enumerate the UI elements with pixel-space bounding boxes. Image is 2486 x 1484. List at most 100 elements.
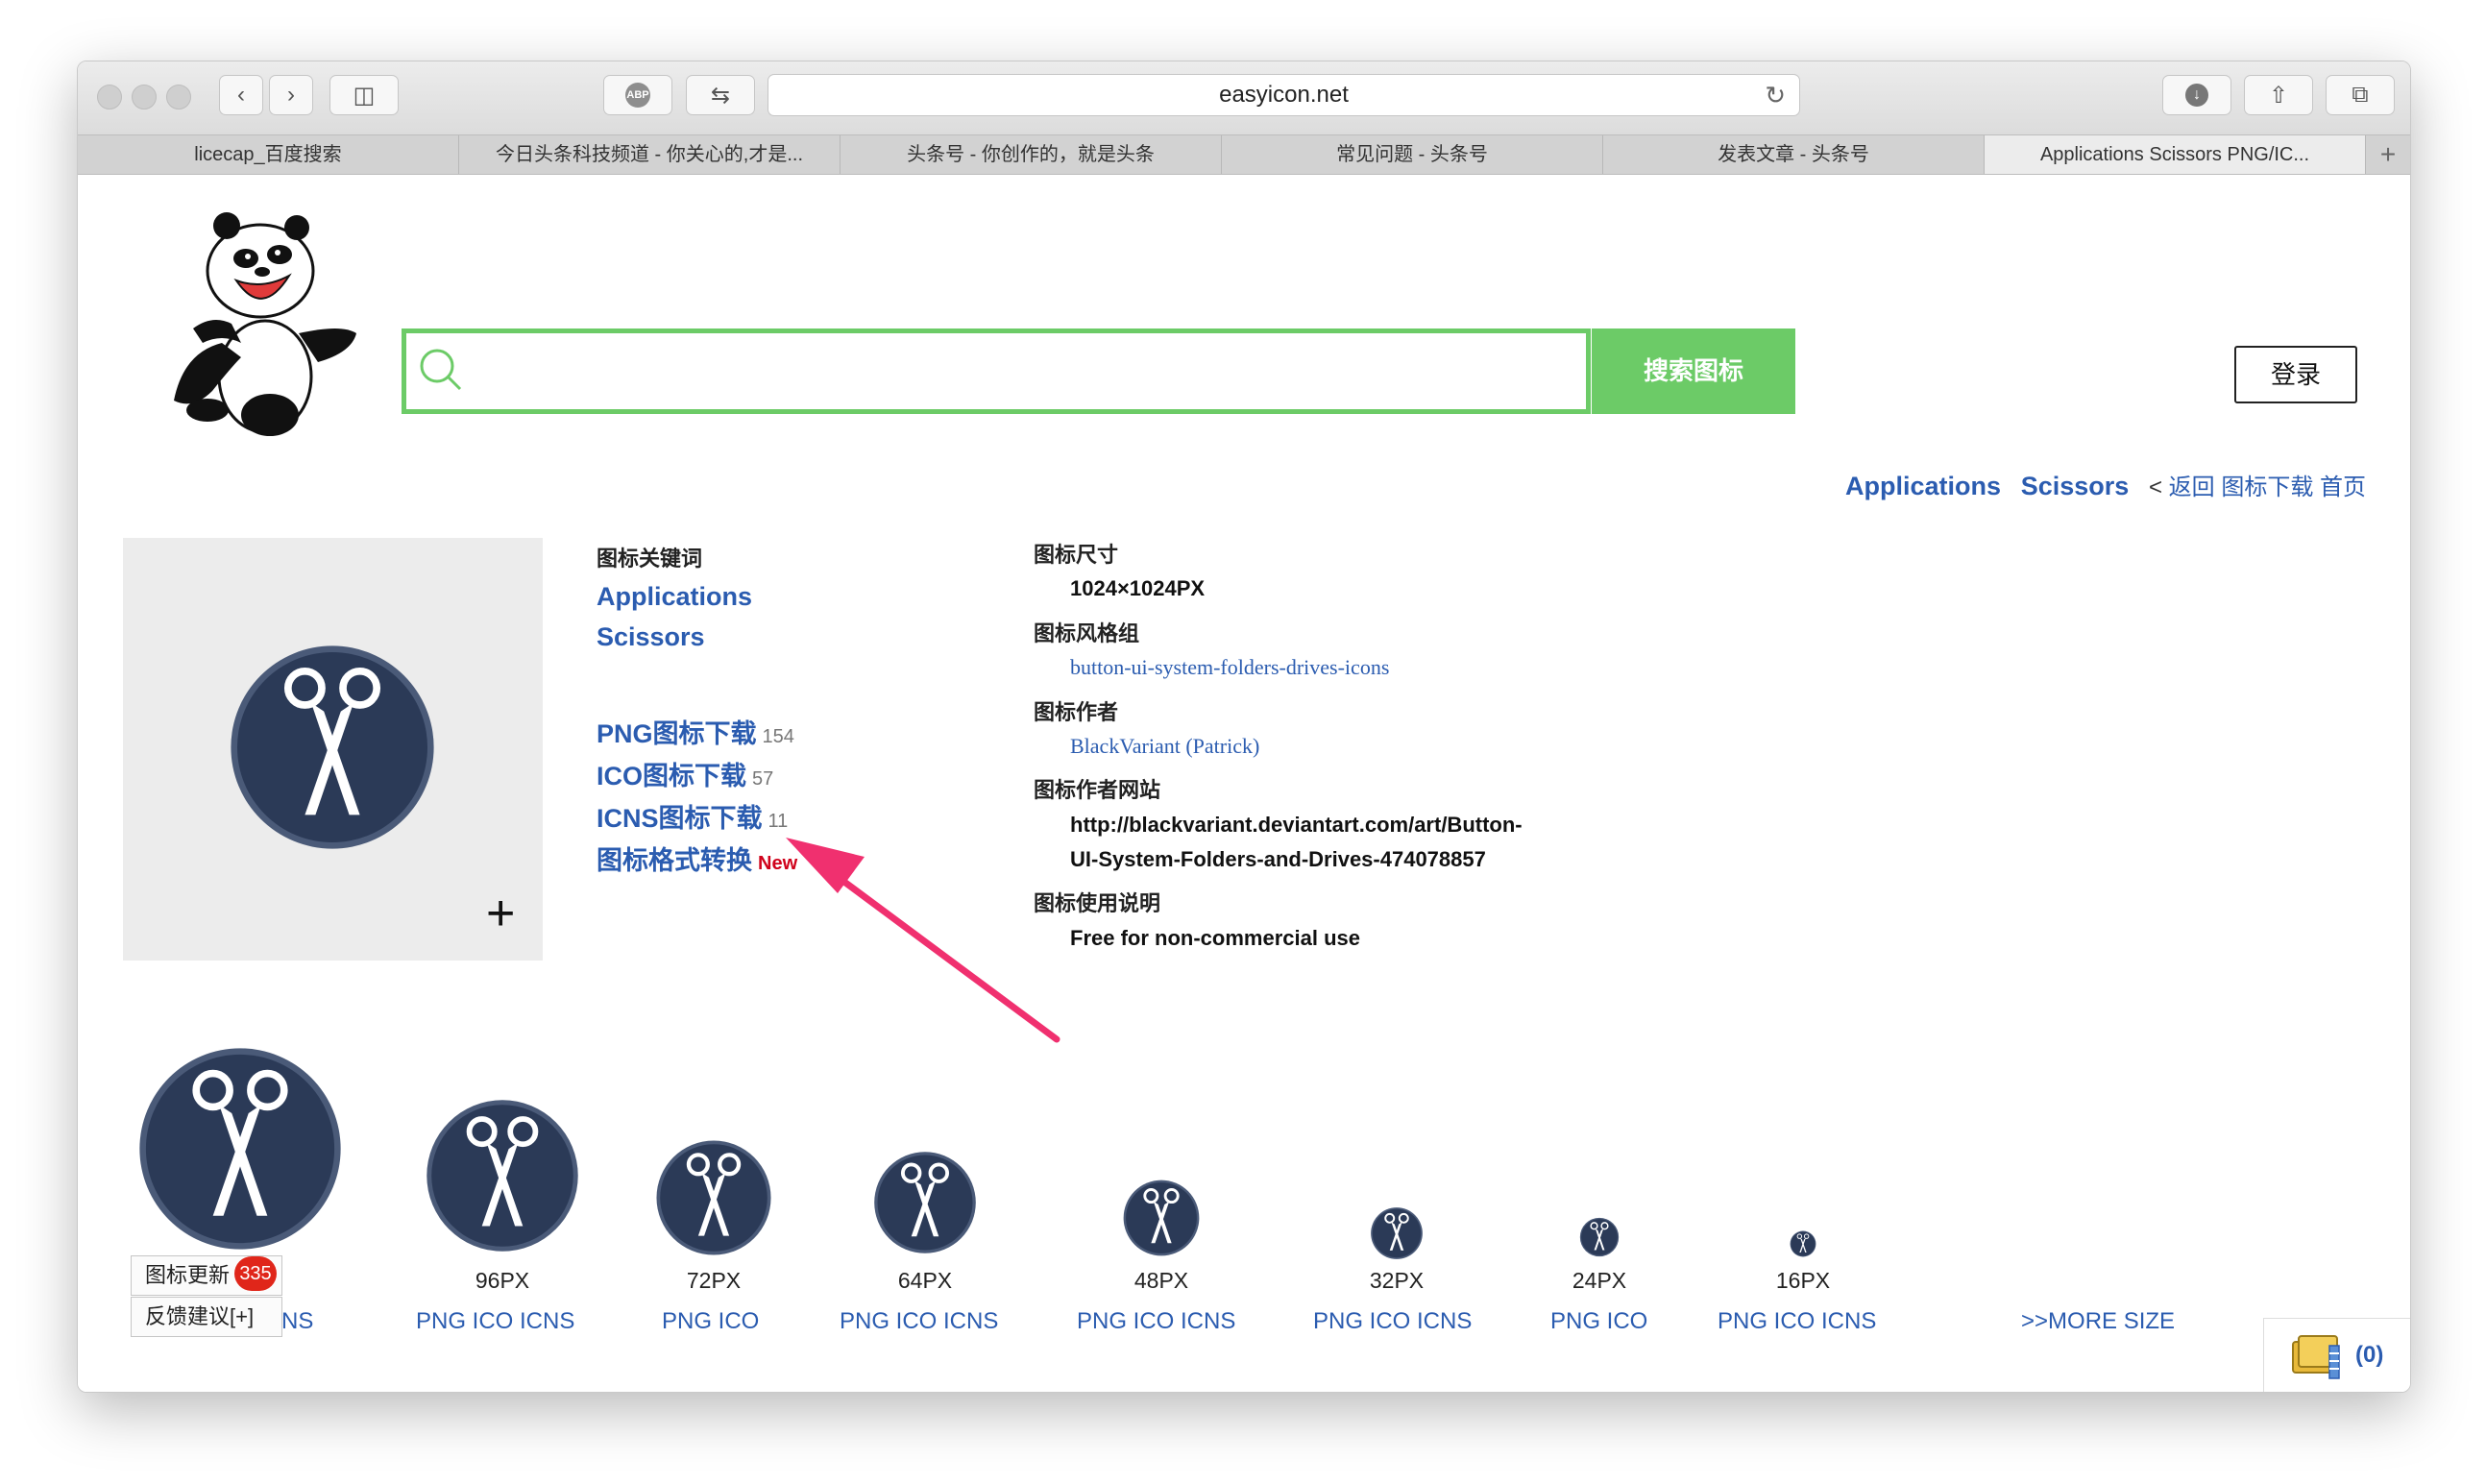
tab-toutiaohao[interactable]: 头条号 - 你创作的，就是头条 xyxy=(841,135,1222,174)
downloads-button[interactable]: ↓ xyxy=(2162,75,2231,115)
login-button[interactable]: 登录 xyxy=(2234,346,2357,403)
size-24-formats[interactable]: PNG ICO xyxy=(1550,1308,1647,1335)
tab-bar: licecap_百度搜索 今日头条科技频道 - 你关心的,才是... 头条号 -… xyxy=(78,134,2410,175)
size-96-icon[interactable] xyxy=(424,1097,581,1254)
breadcrumb-back[interactable]: 返回 xyxy=(2169,474,2215,500)
icon-preview: + xyxy=(123,538,543,961)
panda-logo[interactable] xyxy=(155,199,361,439)
size-72-icon[interactable] xyxy=(654,1138,773,1257)
new-tab-button[interactable]: + xyxy=(2366,135,2410,174)
forward-button[interactable]: › xyxy=(269,75,313,115)
group-link[interactable]: button-ui-system-folders-drives-icons xyxy=(1070,655,1389,680)
site-label: 图标作者网站 xyxy=(1034,778,1161,802)
size-48-label: 48PX xyxy=(1133,1268,1189,1293)
size-32-icon[interactable] xyxy=(1370,1206,1424,1260)
sidebar-button[interactable]: ◫ xyxy=(329,75,399,115)
browser-toolbar: ‹ › ◫ ABP ⇆ easyicon.net ↻ ↓ ⇧ ⧉ xyxy=(78,61,2410,134)
keywords-label: 图标关键词 xyxy=(597,547,703,571)
tab-applications-scissors[interactable]: Applications Scissors PNG/IC... xyxy=(1985,135,2366,174)
site-url-line1: http://blackvariant.deviantart.com/art/B… xyxy=(1070,813,1523,837)
format-convert-label[interactable]: 图标格式转换 xyxy=(597,846,752,875)
icns-download-link[interactable]: ICNS图标下载 11 xyxy=(597,797,788,835)
size-64-label: 64PX xyxy=(897,1268,953,1293)
format-convert-link[interactable]: 图标格式转换 New xyxy=(597,839,797,877)
update-count-badge: 335 xyxy=(234,1256,277,1291)
size-value: 1024×1024PX xyxy=(1070,576,1206,600)
size-label: 图标尺寸 xyxy=(1034,543,1119,567)
close-window-button[interactable] xyxy=(97,85,122,109)
switch-button[interactable]: ⇆ xyxy=(686,75,755,115)
icns-count: 11 xyxy=(768,811,789,832)
size-64-icon[interactable] xyxy=(872,1150,978,1255)
tab-toutiao-tech[interactable]: 今日头条科技频道 - 你关心的,才是... xyxy=(459,135,841,174)
usage-label: 图标使用说明 xyxy=(1034,891,1161,915)
breadcrumb-separator: < xyxy=(2148,474,2162,500)
search-icon xyxy=(420,349,462,391)
download-icon: ↓ xyxy=(2185,84,2208,107)
chevron-right-icon: › xyxy=(287,82,295,108)
keyword-applications[interactable]: Applications xyxy=(597,582,752,612)
size-16-label: 16PX xyxy=(1775,1268,1831,1293)
site-url-line2: UI-System-Folders-and-Drives-474078857 xyxy=(1070,847,1486,871)
tab-publish[interactable]: 发表文章 - 头条号 xyxy=(1603,135,1985,174)
feedback-button[interactable]: 反馈建议[+] xyxy=(131,1297,282,1337)
png-download-label[interactable]: PNG图标下载 xyxy=(597,719,757,748)
group-label: 图标风格组 xyxy=(1034,621,1140,645)
minimize-window-button[interactable] xyxy=(132,85,157,109)
search-button[interactable]: 搜索图标 xyxy=(1592,328,1795,414)
back-button[interactable]: ‹ xyxy=(219,75,263,115)
download-cart[interactable]: (0) xyxy=(2263,1318,2410,1392)
chevron-left-icon: ‹ xyxy=(237,82,245,108)
size-96-label: 96PX xyxy=(475,1268,530,1293)
page-content: 搜索图标 登录 Applications Scissors < 返回 图标下载 … xyxy=(78,175,2410,1392)
size-128-icon[interactable] xyxy=(135,1044,345,1253)
breadcrumb: Applications Scissors < 返回 图标下载 首页 xyxy=(1832,468,2366,501)
size-48-icon[interactable] xyxy=(1122,1179,1201,1257)
size-96-formats[interactable]: PNG ICO ICNS xyxy=(416,1308,574,1335)
icns-download-label[interactable]: ICNS图标下载 xyxy=(597,804,763,833)
sidebar-icon: ◫ xyxy=(353,82,376,109)
archive-icon xyxy=(2292,1335,2340,1379)
tabs-icon: ⧉ xyxy=(2352,82,2369,108)
new-badge: New xyxy=(758,853,798,874)
zoom-window-button[interactable] xyxy=(166,85,191,109)
ico-download-link[interactable]: ICO图标下载 57 xyxy=(597,755,773,792)
size-24-icon[interactable] xyxy=(1579,1217,1620,1257)
share-button[interactable]: ⇧ xyxy=(2244,75,2313,115)
size-24-label: 24PX xyxy=(1572,1268,1627,1293)
usage-value: Free for non-commercial use xyxy=(1070,926,1360,950)
author-link[interactable]: BlackVariant (Patrick) xyxy=(1070,734,1259,759)
tab-faq[interactable]: 常见问题 - 头条号 xyxy=(1222,135,1603,174)
arrows-swap-icon: ⇆ xyxy=(710,82,731,109)
more-size-link[interactable]: >>MORE SIZE xyxy=(2021,1308,2175,1335)
address-bar[interactable]: easyicon.net ↻ xyxy=(768,74,1800,116)
scissors-icon xyxy=(227,642,438,853)
png-download-link[interactable]: PNG图标下载 154 xyxy=(597,713,794,750)
url-text: easyicon.net xyxy=(1219,82,1349,108)
adblock-button[interactable]: ABP xyxy=(603,75,672,115)
ico-count: 57 xyxy=(752,768,774,790)
png-count: 154 xyxy=(762,726,794,747)
size-48-formats[interactable]: PNG ICO ICNS xyxy=(1077,1308,1235,1335)
browser-window: ‹ › ◫ ABP ⇆ easyicon.net ↻ ↓ ⇧ ⧉ licecap… xyxy=(77,61,2411,1393)
breadcrumb-home[interactable]: 首页 xyxy=(2320,474,2366,500)
share-icon: ⇧ xyxy=(2268,82,2289,109)
breadcrumb-tag-scissors[interactable]: Scissors xyxy=(2021,472,2130,500)
tab-licecap[interactable]: licecap_百度搜索 xyxy=(78,135,459,174)
size-64-formats[interactable]: PNG ICO ICNS xyxy=(840,1308,998,1335)
breadcrumb-icons[interactable]: 图标下载 xyxy=(2221,474,2313,500)
size-72-label: 72PX xyxy=(686,1268,742,1293)
abp-icon: ABP xyxy=(625,83,650,108)
size-72-formats[interactable]: PNG ICO xyxy=(662,1308,759,1335)
size-32-formats[interactable]: PNG ICO ICNS xyxy=(1313,1308,1472,1335)
tabs-overview-button[interactable]: ⧉ xyxy=(2326,75,2395,115)
add-to-collection-button[interactable]: + xyxy=(486,888,515,938)
search-box[interactable] xyxy=(402,328,1591,414)
reload-icon[interactable]: ↻ xyxy=(1765,75,1786,115)
keyword-scissors[interactable]: Scissors xyxy=(597,622,705,652)
breadcrumb-tag-applications[interactable]: Applications xyxy=(1845,472,2001,500)
cart-count: (0) xyxy=(2355,1342,2384,1368)
ico-download-label[interactable]: ICO图标下载 xyxy=(597,762,746,791)
size-16-formats[interactable]: PNG ICO ICNS xyxy=(1718,1308,1876,1335)
size-16-icon[interactable] xyxy=(1790,1230,1816,1257)
